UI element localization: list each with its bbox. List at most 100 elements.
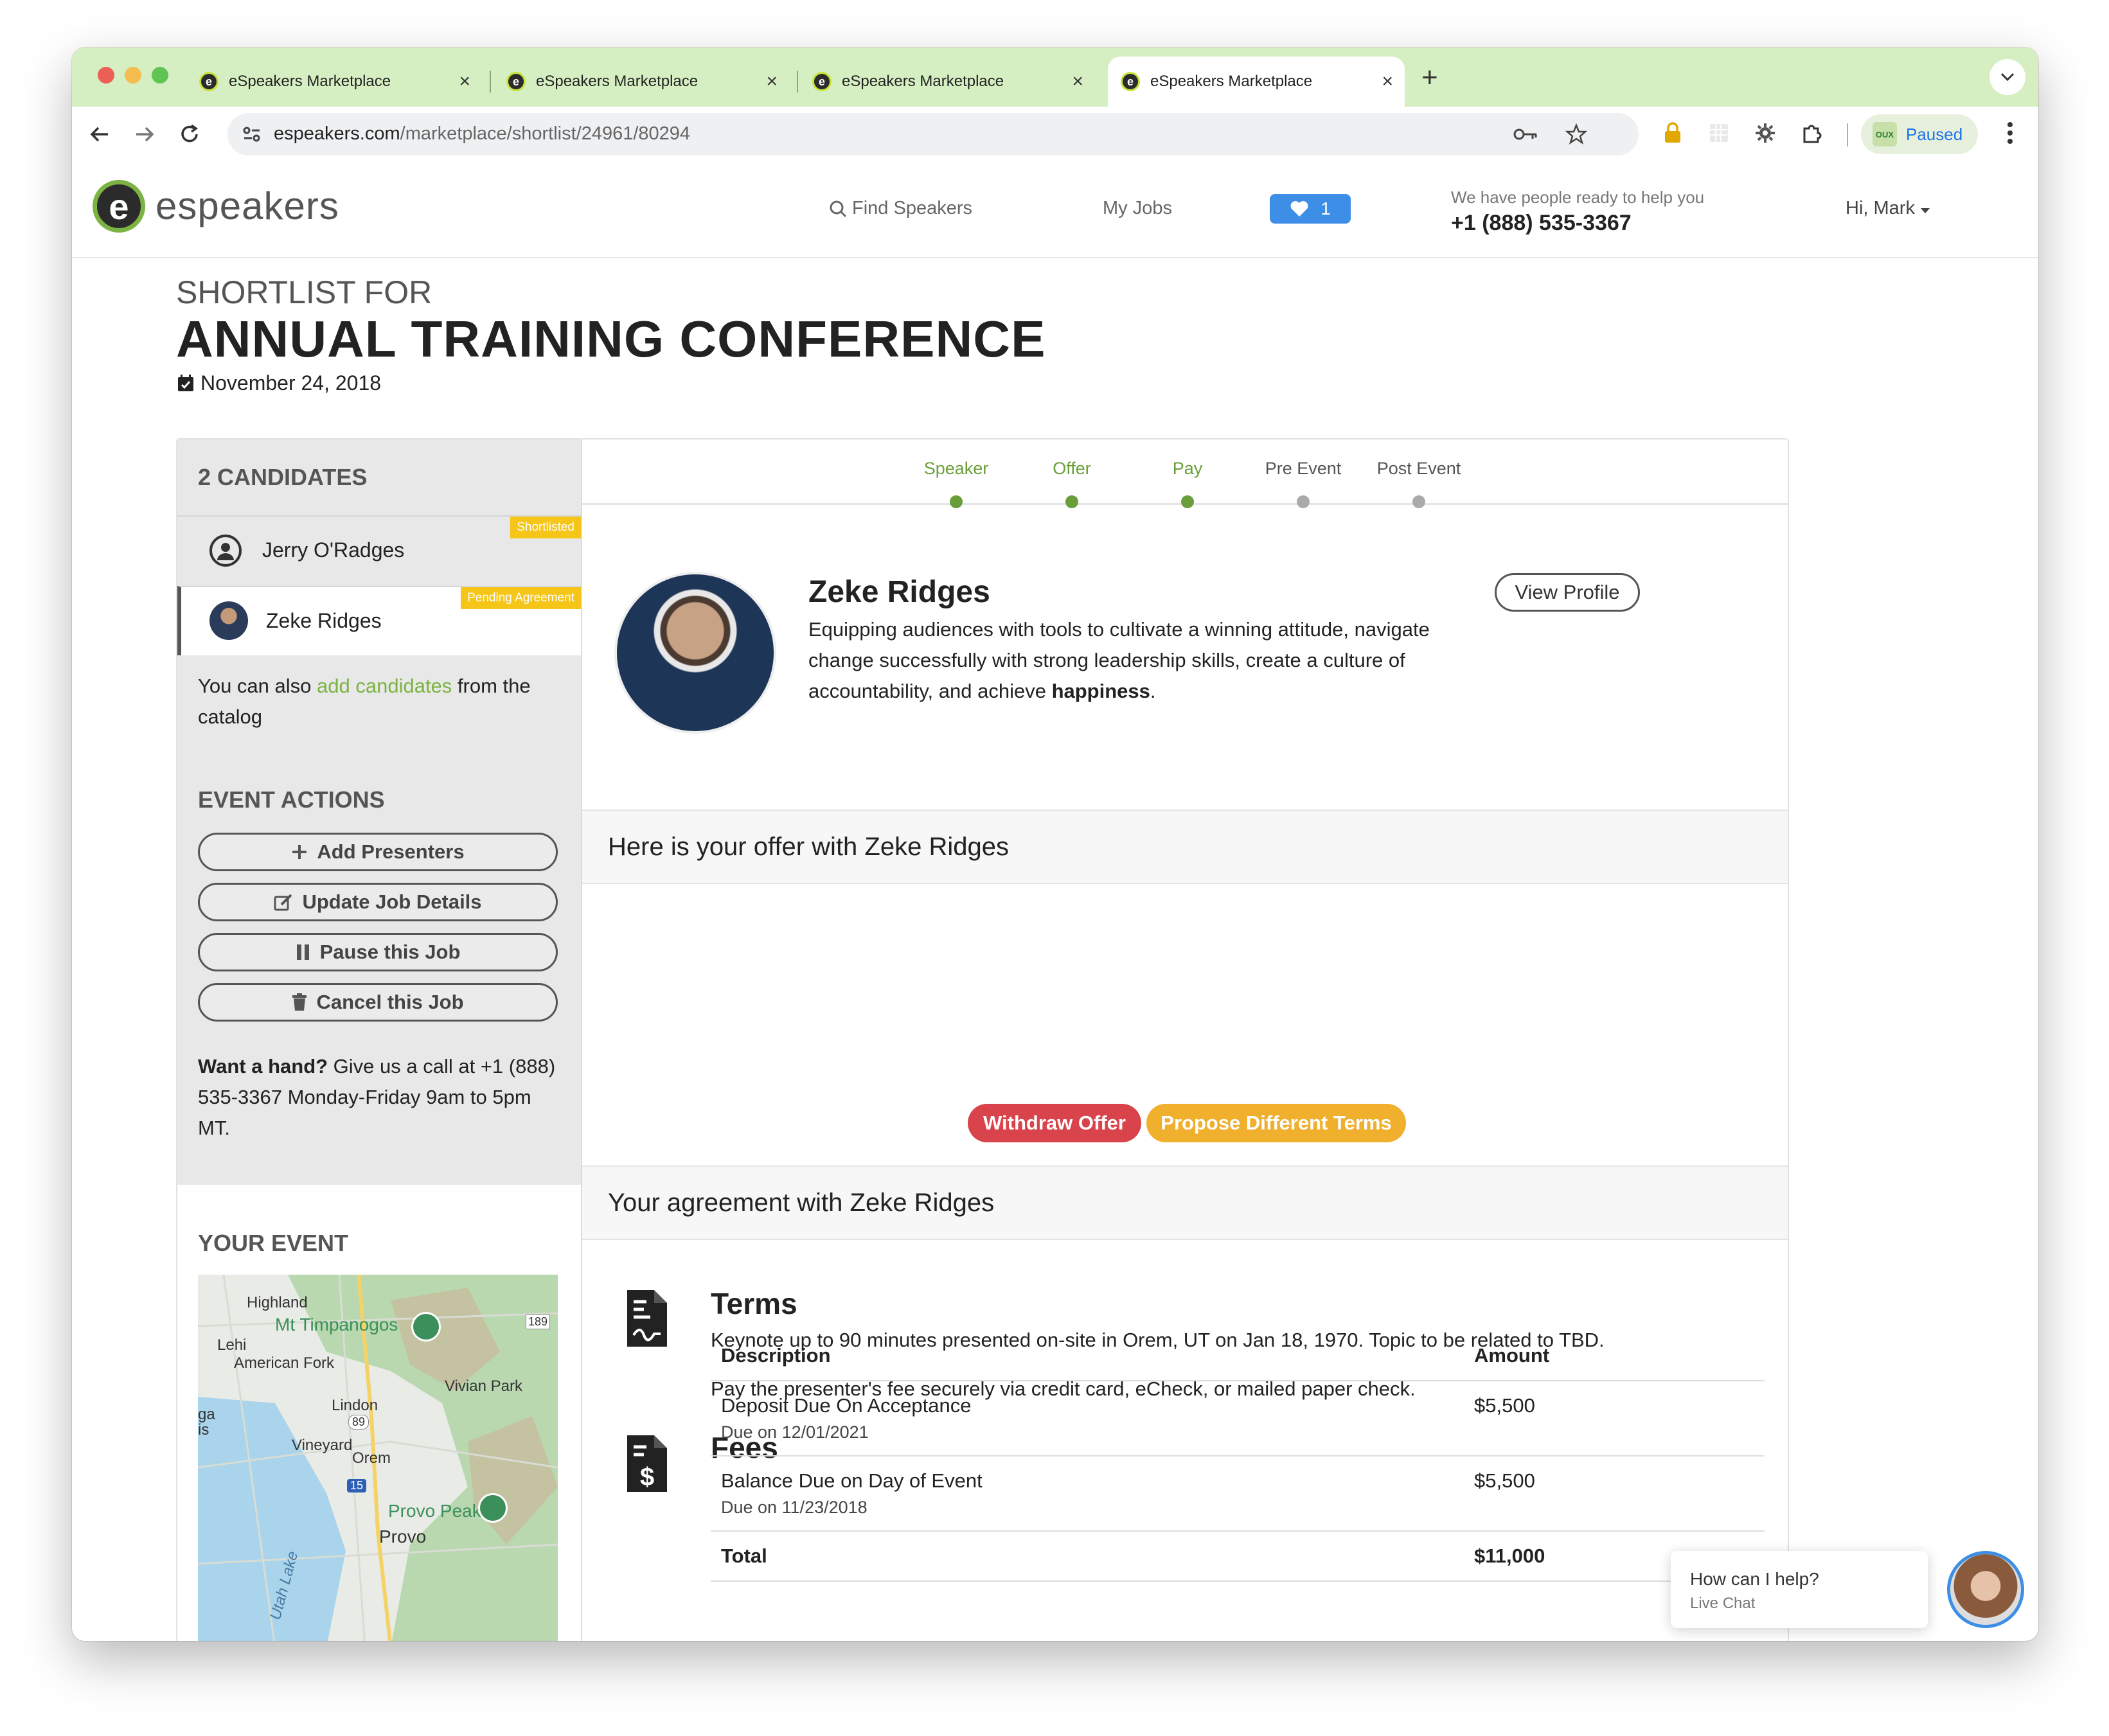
add-presenters-button[interactable]: Add Presenters	[198, 833, 558, 871]
minimize-window-button[interactable]	[125, 67, 141, 84]
propose-terms-button[interactable]: Propose Different Terms	[1146, 1104, 1406, 1142]
map-interstate-15: 15	[347, 1479, 367, 1492]
add-candidates-link[interactable]: add candidates	[317, 675, 452, 697]
sidebar: 2 CANDIDATES Jerry O'Radges Shortlisted …	[177, 439, 582, 1641]
close-tab-icon[interactable]: ×	[1382, 71, 1393, 93]
espeakers-logo-text[interactable]: espeakers	[156, 184, 339, 228]
offer-band: Here is your offer with Zeke Ridges	[582, 810, 1788, 884]
event-map[interactable]: Highland Mt Timpanogos 189 Lehi American…	[198, 1275, 558, 1641]
map-label-timpanogos: Mt Timpanogos	[275, 1315, 398, 1334]
profile-badge: OUX	[1873, 122, 1897, 146]
mountain-pin-icon[interactable]	[411, 1312, 441, 1342]
close-tab-icon[interactable]: ×	[766, 71, 778, 93]
chat-question: How can I help?	[1690, 1569, 1819, 1589]
shortlist-for-label: SHORTLIST FOR	[176, 274, 432, 310]
password-key-icon[interactable]	[1513, 126, 1538, 143]
add-presenters-label: Add Presenters	[317, 840, 465, 863]
close-window-button[interactable]	[98, 67, 114, 84]
step-dot-icon	[1297, 495, 1310, 508]
my-jobs-link[interactable]: My Jobs	[1103, 198, 1172, 219]
step-label: Offer	[1053, 459, 1091, 478]
reload-icon[interactable]	[179, 123, 200, 145]
site-settings-icon[interactable]	[242, 125, 262, 144]
forward-icon[interactable]	[134, 123, 156, 145]
pause-job-label: Pause this Job	[319, 941, 461, 963]
pause-icon	[296, 944, 309, 960]
page-title: ANNUAL TRAINING CONFERENCE	[176, 310, 1046, 368]
maximize-window-button[interactable]	[152, 67, 168, 84]
bookmark-star-icon[interactable]	[1565, 123, 1587, 145]
fee-description-cell: Deposit Due On Acceptance Due on 12/01/2…	[711, 1381, 1464, 1457]
fee-description: Deposit Due On Acceptance	[721, 1394, 972, 1417]
more-menu-icon[interactable]	[2006, 121, 2014, 145]
close-tab-icon[interactable]: ×	[459, 71, 470, 93]
map-label-lindon: Lindon	[332, 1397, 378, 1414]
cancel-job-button[interactable]: Cancel this Job	[198, 983, 558, 1022]
candidate-item-selected[interactable]: Zeke Ridges Pending Agreement	[177, 586, 581, 655]
step-dot-icon	[1181, 495, 1194, 508]
mountain-pin-icon[interactable]	[478, 1493, 508, 1523]
find-speakers-link[interactable]: Find Speakers	[829, 198, 972, 219]
candidate-item[interactable]: Jerry O'Radges Shortlisted	[177, 515, 581, 586]
step-label: Post Event	[1376, 459, 1461, 478]
tab-title: eSpeakers Marketplace	[842, 73, 1004, 90]
help-subtitle: We have people ready to help you	[1451, 188, 1705, 207]
help-text: Want a hand? Give us a call at +1 (888) …	[198, 1051, 558, 1144]
favorites-button[interactable]: 1	[1270, 194, 1351, 224]
close-tab-icon[interactable]: ×	[1072, 71, 1083, 93]
fee-description-cell: Balance Due on Day of Event Due on 11/23…	[711, 1456, 1464, 1532]
gear-extension-icon[interactable]	[1754, 122, 1776, 144]
extensions-puzzle-icon[interactable]	[1801, 122, 1822, 144]
browser-tab[interactable]: e eSpeakers Marketplace ×	[494, 57, 789, 107]
main-content: Speaker Offer Pay Pre Event Post Event Z…	[582, 439, 1788, 1641]
speaker-photo	[614, 572, 776, 734]
pause-job-button[interactable]: Pause this Job	[198, 933, 558, 971]
withdraw-offer-button[interactable]: Withdraw Offer	[968, 1104, 1141, 1142]
tab-divider	[490, 71, 491, 93]
map-label-vivian-park: Vivian Park	[445, 1377, 522, 1395]
fee-due-date: Due on 11/23/2018	[721, 1498, 868, 1517]
map-label-lehi: Lehi	[217, 1336, 247, 1354]
step-dot-icon	[950, 495, 963, 508]
view-profile-button[interactable]: View Profile	[1495, 573, 1640, 612]
live-chat-bubble[interactable]: How can I help? Live Chat	[1671, 1551, 1928, 1628]
map-label-vineyard: Vineyard	[292, 1437, 353, 1454]
lock-extension-icon[interactable]	[1663, 122, 1682, 144]
step-label: Speaker	[923, 459, 989, 478]
tab-list-button[interactable]	[1989, 59, 2025, 95]
help-phone[interactable]: +1 (888) 535-3367	[1451, 211, 1632, 236]
address-bar[interactable]: espeakers.com/marketplace/shortlist/2496…	[227, 113, 1639, 155]
user-greeting: Hi, Mark	[1846, 198, 1915, 218]
profile-paused-button[interactable]: OUX Paused	[1861, 114, 1978, 154]
chat-subtitle: Live Chat	[1690, 1595, 1756, 1612]
browser-tab[interactable]: e eSpeakers Marketplace ×	[186, 57, 482, 107]
map-label-highland: Highland	[247, 1294, 308, 1311]
step-offer: Offer	[1014, 459, 1130, 508]
pending-agreement-badge: Pending Agreement	[461, 587, 581, 609]
fees-header-amount: Amount	[1464, 1331, 1765, 1381]
espeakers-logo-icon[interactable]: e	[93, 180, 145, 233]
update-job-details-button[interactable]: Update Job Details	[198, 883, 558, 921]
toolbar-divider	[1847, 123, 1848, 146]
grid-extension-icon[interactable]	[1709, 123, 1729, 143]
step-speaker: Speaker	[898, 459, 1014, 508]
back-icon[interactable]	[89, 123, 111, 145]
table-row: Deposit Due On Acceptance Due on 12/01/2…	[711, 1381, 1765, 1457]
offer-heading: Here is your offer with Zeke Ridges	[608, 833, 1009, 861]
user-menu[interactable]: Hi, Mark	[1846, 198, 1930, 219]
new-tab-button[interactable]: +	[1421, 62, 1438, 94]
chat-agent-avatar[interactable]	[1947, 1551, 2024, 1628]
browser-tab[interactable]: e eSpeakers Marketplace ×	[799, 57, 1095, 107]
browser-tab-active[interactable]: e eSpeakers Marketplace ×	[1108, 57, 1405, 107]
contract-document-icon	[627, 1290, 667, 1347]
chevron-down-icon	[2000, 73, 2015, 82]
fees-table: Description Amount Deposit Due On Accept…	[711, 1331, 1765, 1582]
invoice-dollar-icon: $	[627, 1435, 667, 1492]
fees-header-row: Description Amount	[711, 1331, 1765, 1381]
fee-amount: $5,500	[1464, 1456, 1765, 1532]
shortlisted-badge: Shortlisted	[510, 517, 581, 538]
trash-icon	[292, 993, 307, 1011]
step-dot-icon	[1412, 495, 1425, 508]
favorites-count: 1	[1321, 199, 1331, 218]
espeakers-favicon: e	[1121, 72, 1140, 91]
